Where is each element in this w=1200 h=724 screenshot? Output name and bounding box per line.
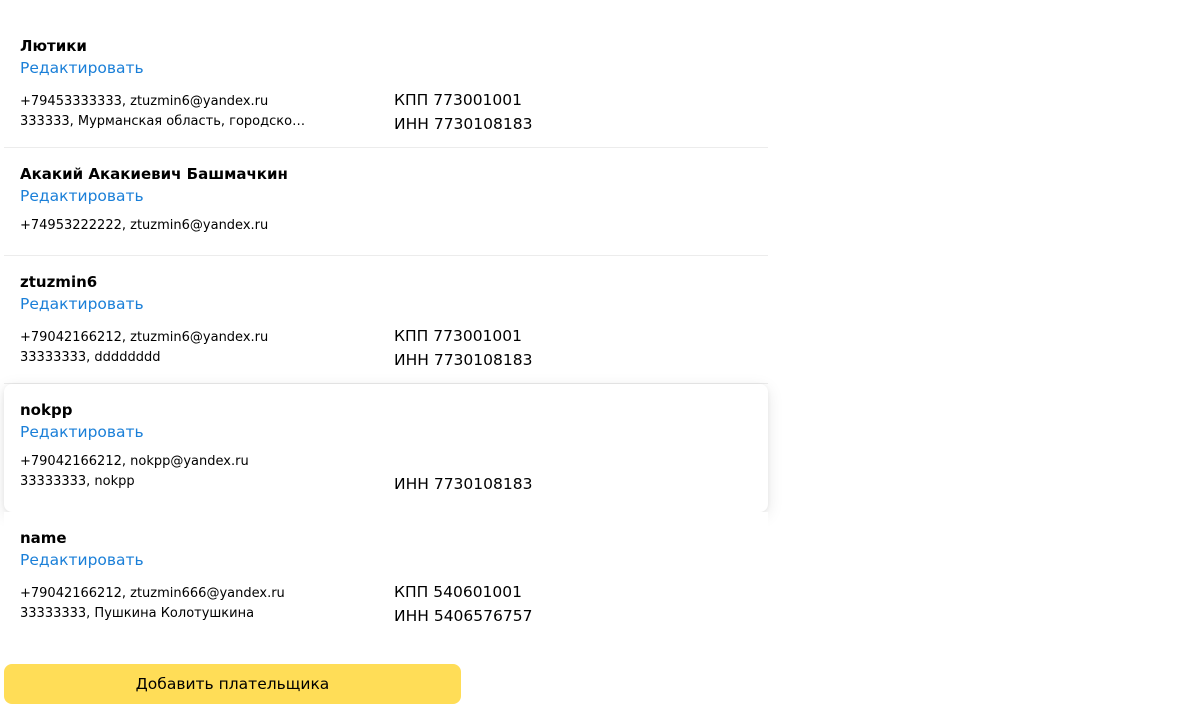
payer-address: 333333, Мурманская область, городской... [20, 114, 310, 129]
payer-contacts: +74953222222, ztuzmin6@yandex.ru [20, 216, 394, 236]
payer-details: +79042166212, nokpp@yandex.ru 33333333, … [20, 452, 752, 493]
edit-payer-link[interactable]: Редактировать [20, 292, 144, 316]
payer-name: Акакий Акакиевич Башмачкин [20, 165, 288, 183]
payer-requisites: КПП 773001001 ИНН 7730108183 [394, 88, 532, 136]
payer-inn: ИНН 7730108183 [394, 115, 533, 133]
payer-name: Лютики [20, 37, 87, 55]
payer-phone-email: +79042166212, ztuzmin6@yandex.ru [20, 330, 269, 345]
payer-address: 33333333, Пушкина Колотушкина [20, 606, 255, 621]
payer-card: nokpp Редактировать +79042166212, nokpp@… [4, 384, 768, 512]
payer-details: +74953222222, ztuzmin6@yandex.ru [20, 216, 752, 236]
payer-inn: ИНН 5406576757 [394, 607, 533, 625]
payer-address: 33333333, nokpp [20, 474, 135, 489]
edit-payer-link[interactable]: Редактировать [20, 184, 144, 208]
payer-inn: ИНН 7730108183 [394, 351, 533, 369]
add-payer-button[interactable]: Добавить плательщика [4, 664, 461, 704]
payers-page: Лютики Редактировать +79453333333, ztuzm… [0, 0, 1200, 724]
payer-name: nokpp [20, 401, 73, 419]
payer-phone-email: +79453333333, ztuzmin6@yandex.ru [20, 94, 269, 109]
payer-contacts: +79042166212, ztuzmin666@yandex.ru 33333… [20, 584, 394, 624]
payers-list: Лютики Редактировать +79453333333, ztuzm… [4, 20, 768, 640]
payer-name: ztuzmin6 [20, 273, 98, 291]
payer-kpp: КПП 773001001 [394, 91, 522, 109]
payer-requisites: ИНН 7730108183 [394, 472, 532, 496]
payer-phone-email: +79042166212, nokpp@yandex.ru [20, 454, 249, 469]
edit-payer-link[interactable]: Редактировать [20, 420, 144, 444]
edit-payer-link[interactable]: Редактировать [20, 56, 144, 80]
payer-contacts: +79042166212, ztuzmin6@yandex.ru 3333333… [20, 328, 394, 368]
edit-payer-link[interactable]: Редактировать [20, 548, 144, 572]
payer-kpp: КПП 773001001 [394, 327, 522, 345]
payer-details: +79042166212, ztuzmin6@yandex.ru 3333333… [20, 324, 752, 369]
payer-inn: ИНН 7730108183 [394, 475, 533, 493]
payer-kpp: КПП 540601001 [394, 583, 522, 601]
payer-card: Лютики Редактировать +79453333333, ztuzm… [4, 20, 768, 148]
payer-card: Акакий Акакиевич Башмачкин Редактировать… [4, 148, 768, 256]
payer-card: name Редактировать +79042166212, ztuzmin… [4, 512, 768, 640]
payer-name: name [20, 529, 67, 547]
payer-card: ztuzmin6 Редактировать +79042166212, ztu… [4, 256, 768, 384]
payer-contacts: +79042166212, nokpp@yandex.ru 33333333, … [20, 452, 394, 492]
payer-details: +79042166212, ztuzmin666@yandex.ru 33333… [20, 580, 752, 625]
payer-details: +79453333333, ztuzmin6@yandex.ru 333333,… [20, 88, 752, 133]
payer-requisites: КПП 773001001 ИНН 7730108183 [394, 324, 532, 372]
payer-address: 33333333, dddddddd [20, 350, 161, 365]
payer-contacts: +79453333333, ztuzmin6@yandex.ru 333333,… [20, 92, 394, 132]
payer-phone-email: +74953222222, ztuzmin6@yandex.ru [20, 218, 269, 233]
payer-requisites: КПП 540601001 ИНН 5406576757 [394, 580, 532, 628]
payer-phone-email: +79042166212, ztuzmin666@yandex.ru [20, 586, 285, 601]
